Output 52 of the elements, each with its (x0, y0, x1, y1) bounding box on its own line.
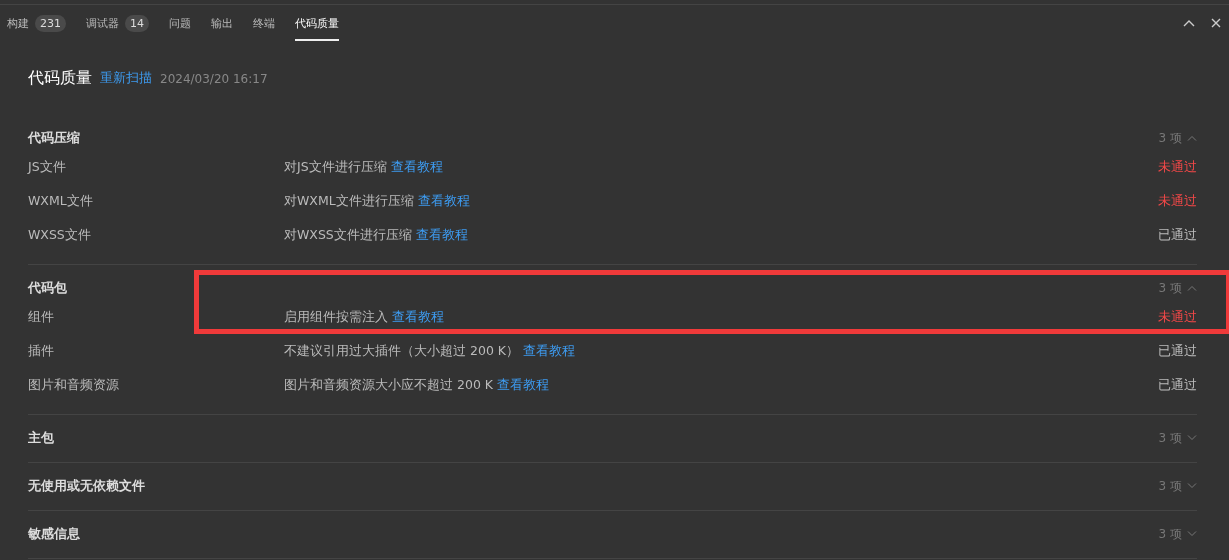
tab[interactable]: 问题 (169, 5, 191, 41)
tutorial-link[interactable]: 查看教程 (497, 376, 549, 392)
tutorial-link[interactable]: 查看教程 (523, 342, 575, 358)
check-status: 已通过 (1158, 376, 1197, 394)
close-icon[interactable] (1211, 18, 1221, 28)
check-name: 图片和音频资源 (28, 376, 120, 394)
tab[interactable]: 构建 231 (7, 5, 66, 41)
section-toggle[interactable]: 3 项 (1158, 279, 1197, 297)
tab[interactable]: 调试器 14 (86, 5, 149, 41)
count-badge: 231 (35, 14, 66, 32)
check-name: WXML文件 (28, 192, 94, 210)
section-title: 代码包 (28, 279, 68, 297)
check-status: 未通过 (1158, 308, 1197, 326)
chevron-icon (1187, 531, 1197, 537)
collapse-icon[interactable] (1183, 19, 1195, 27)
rescan-link[interactable]: 重新扫描 (100, 70, 152, 87)
check-status: 已通过 (1158, 226, 1197, 244)
tutorial-link[interactable]: 查看教程 (417, 192, 470, 208)
tutorial-link[interactable]: 查看教程 (392, 308, 444, 324)
tutorial-link[interactable]: 查看教程 (415, 226, 468, 242)
chevron-icon (1187, 483, 1197, 489)
check-name: WXSS文件 (28, 226, 92, 244)
check-name: 插件 (28, 342, 55, 360)
chevron-icon (1187, 135, 1197, 141)
tab[interactable]: 输出 (211, 5, 233, 41)
check-description: 对JS文件进行压缩 查看教程 (284, 158, 444, 176)
check-description: 不建议引用过大插件（大小超过 200 K） 查看教程 (284, 342, 576, 360)
check-description: 启用组件按需注入 查看教程 (284, 308, 445, 326)
section-toggle[interactable]: 3 项 (1158, 477, 1197, 495)
tab[interactable]: 终端 (253, 5, 275, 41)
check-description: 对WXSS文件进行压缩 查看教程 (284, 226, 469, 244)
check-description: 图片和音频资源大小应不超过 200 K 查看教程 (284, 376, 550, 394)
section-title: 无使用或无依赖文件 (28, 477, 146, 495)
section-title: 敏感信息 (28, 525, 81, 543)
check-name: JS文件 (28, 158, 67, 176)
check-status: 未通过 (1158, 158, 1197, 176)
check-description: 对WXML文件进行压缩 查看教程 (284, 192, 471, 210)
section-toggle[interactable]: 3 项 (1158, 429, 1197, 447)
check-name: 组件 (28, 308, 55, 326)
tutorial-link[interactable]: 查看教程 (390, 158, 443, 174)
scan-timestamp: 2024/03/20 16:17 (160, 71, 268, 86)
chevron-icon (1187, 285, 1197, 291)
section-toggle[interactable]: 3 项 (1158, 525, 1197, 543)
check-status: 已通过 (1158, 342, 1197, 360)
count-badge: 14 (125, 14, 149, 32)
check-status: 未通过 (1158, 192, 1197, 210)
tab[interactable]: 代码质量 (295, 5, 339, 41)
section-toggle[interactable]: 3 项 (1158, 129, 1197, 147)
section-title: 代码压缩 (28, 129, 81, 147)
chevron-icon (1187, 435, 1197, 441)
section-title: 主包 (28, 429, 55, 447)
panel-title: 代码质量 (28, 68, 92, 89)
